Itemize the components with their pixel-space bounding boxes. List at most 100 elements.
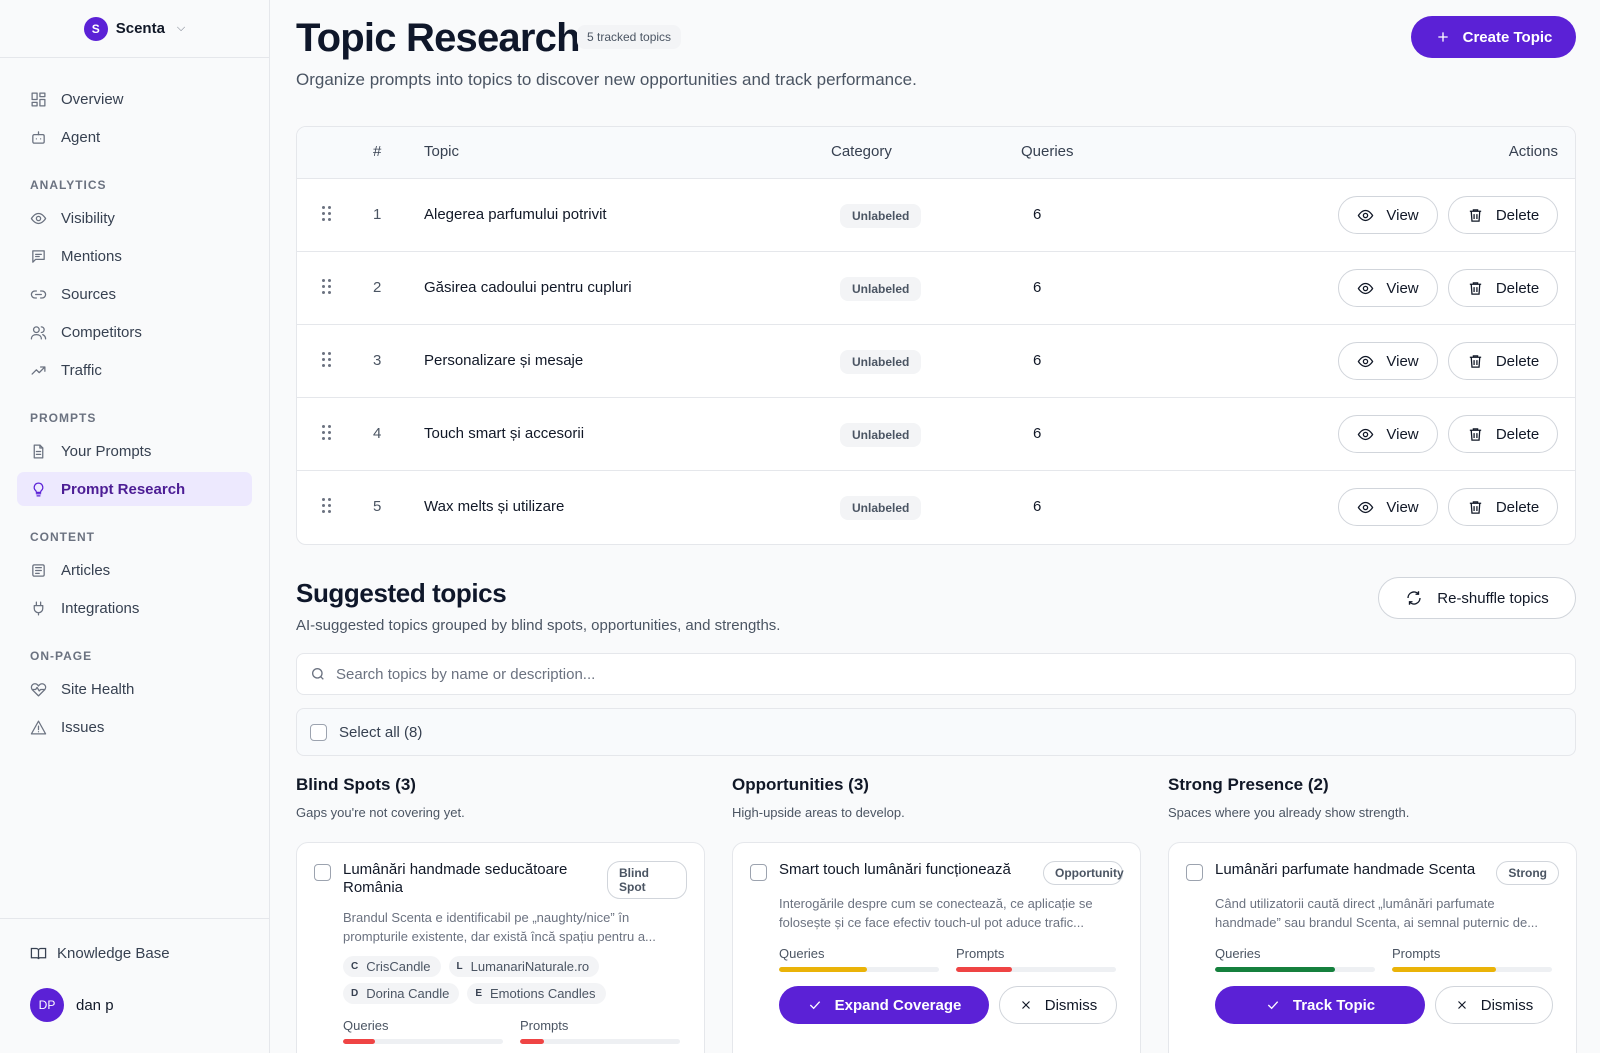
card-actions: Expand Coverage Dismiss	[779, 986, 1123, 1024]
view-label: View	[1386, 352, 1419, 370]
queries-metric: Queries	[1215, 946, 1375, 972]
sidebar-footer: Knowledge Base DP dan p	[0, 918, 269, 1053]
sidebar-item-issues[interactable]: Issues	[17, 710, 252, 744]
sidebar-item-competitors[interactable]: Competitors	[17, 315, 252, 349]
prompts-bar-fill	[520, 1039, 544, 1044]
card-checkbox[interactable]	[314, 864, 331, 881]
category-badge: Unlabeled	[840, 350, 922, 374]
topic-name: Touch smart și accesorii	[424, 425, 585, 442]
reshuffle-button[interactable]: Re-shuffle topics	[1378, 577, 1576, 619]
row-number: 3	[373, 352, 382, 369]
view-button[interactable]: View	[1338, 196, 1438, 234]
delete-button[interactable]: Delete	[1448, 269, 1558, 307]
column-strong-presence: Strong Presence (2) Spaces where you alr…	[1168, 775, 1577, 1053]
queries-count: 6	[1033, 206, 1042, 223]
prompts-label: Prompts	[520, 1018, 569, 1033]
delete-button[interactable]: Delete	[1448, 488, 1558, 526]
sidebar-item-site-health[interactable]: Site Health	[17, 672, 252, 706]
table-row: 5 Wax melts și utilizare Unlabeled 6 Vie…	[297, 471, 1575, 544]
delete-button[interactable]: Delete	[1448, 342, 1558, 380]
sidebar-item-visibility[interactable]: Visibility	[17, 201, 252, 235]
prompts-bar	[1392, 967, 1552, 972]
card-header: Lumânări parfumate handmade Scenta Stron…	[1186, 861, 1559, 885]
plug-icon	[33, 600, 44, 616]
tracked-topics-badge: 5 tracked topics	[577, 25, 682, 49]
sidebar-item-your-prompts[interactable]: Your Prompts	[17, 434, 252, 468]
heart-pulse-icon	[30, 682, 47, 697]
users-icon	[30, 325, 47, 340]
delete-button[interactable]: Delete	[1448, 415, 1558, 453]
sidebar-item-mentions[interactable]: Mentions	[17, 239, 252, 273]
card-metrics: Queries Prompts	[779, 946, 1123, 972]
primary-action-button[interactable]: Expand Coverage	[779, 986, 989, 1024]
card-description: Când utilizatorii caută direct „lumânări…	[1215, 896, 1539, 930]
prompts-label: Prompts	[1392, 946, 1441, 961]
sidebar-item-integrations[interactable]: Integrations	[17, 591, 252, 625]
primary-action-button[interactable]: Track Topic	[1215, 986, 1425, 1024]
view-button[interactable]: View	[1338, 269, 1438, 307]
table-row: 1 Alegerea parfumului potrivit Unlabeled…	[297, 179, 1575, 252]
org-name: Scenta	[115, 20, 165, 37]
col-topic: Topic	[424, 143, 460, 160]
drag-handle-icon[interactable]	[322, 279, 332, 295]
topic-name: Wax melts și utilizare	[424, 498, 565, 515]
chevron-down-icon: ⌵	[176, 22, 186, 34]
page-title: Topic Research	[296, 16, 581, 60]
view-button[interactable]: View	[1338, 342, 1438, 380]
prompts-label: Prompts	[956, 946, 1005, 961]
delete-label: Delete	[1495, 425, 1540, 443]
section-on-page: ON-PAGE	[30, 649, 93, 663]
create-topic-button[interactable]: Create Topic	[1411, 16, 1576, 58]
sidebar-item-prompt-research[interactable]: Prompt Research	[17, 472, 252, 506]
sidebar-item-label: Visibility	[61, 209, 115, 227]
eye-icon	[30, 212, 47, 224]
prompts-bar	[520, 1039, 680, 1044]
sidebar-item-articles[interactable]: Articles	[17, 553, 252, 587]
card-checkbox[interactable]	[1186, 864, 1203, 881]
card-description: Brandul Scenta e identificabil pe „naugh…	[343, 910, 656, 944]
topic-name: Personalizare și mesaje	[424, 352, 584, 369]
sidebar-item-sources[interactable]: Sources	[17, 277, 252, 311]
primary-action-label: Expand Coverage	[834, 996, 962, 1014]
org-switcher[interactable]: S Scenta ⌵	[0, 0, 269, 58]
topic-name: Alegerea parfumului potrivit	[424, 206, 607, 223]
select-all-label: Select all (8)	[339, 723, 423, 741]
category-badge: Unlabeled	[840, 496, 922, 520]
col-num: #	[373, 143, 382, 160]
chip-name: Emotions Candles	[490, 986, 596, 1001]
user-menu[interactable]: DP dan p	[30, 988, 269, 1022]
queries-bar	[1215, 967, 1375, 972]
dismiss-button[interactable]: Dismiss	[1435, 986, 1553, 1024]
newspaper-icon	[32, 563, 45, 577]
table-row: 4 Touch smart și accesorii Unlabeled 6 V…	[297, 398, 1575, 471]
view-label: View	[1386, 279, 1419, 297]
search-input[interactable]	[336, 665, 1536, 683]
prompts-bar	[956, 967, 1116, 972]
sidebar-item-label: Sources	[61, 285, 117, 303]
drag-handle-icon[interactable]	[322, 425, 332, 441]
main-content: Topic Research 5 tracked topics Organize…	[296, 0, 1577, 1053]
drag-handle-icon[interactable]	[322, 352, 332, 368]
table-header: # Topic Category Queries Actions	[297, 127, 1575, 179]
sidebar-item-overview[interactable]: Overview	[17, 82, 252, 116]
sidebar-item-traffic[interactable]: Traffic	[17, 353, 252, 387]
select-all-checkbox[interactable]	[310, 723, 327, 741]
delete-button[interactable]: Delete	[1448, 196, 1558, 234]
dismiss-button[interactable]: Dismiss	[999, 986, 1117, 1024]
drag-handle-icon[interactable]	[322, 206, 332, 222]
sidebar-item-label: Articles	[61, 561, 111, 579]
drag-handle-icon[interactable]	[322, 498, 332, 514]
competitor-chips: C CrisCandle L LumanariNaturale.ro D Dorina C…	[343, 956, 623, 1004]
view-button[interactable]: View	[1338, 488, 1438, 526]
section-prompts: PROMPTS	[30, 411, 97, 425]
plus-icon	[1437, 32, 1448, 42]
sidebar-item-agent[interactable]: Agent	[17, 120, 252, 154]
view-button[interactable]: View	[1338, 415, 1438, 453]
row-number: 2	[373, 279, 382, 296]
table-row: 2 Găsirea cadoului pentru cupluri Unlabe…	[297, 252, 1575, 325]
queries-metric: Queries	[343, 1018, 503, 1044]
knowledge-base-link[interactable]: Knowledge Base	[30, 945, 269, 962]
user-name: dan p	[76, 996, 114, 1014]
card-checkbox[interactable]	[750, 864, 767, 881]
column-subtitle: Spaces where you already show strength.	[1168, 805, 1410, 820]
